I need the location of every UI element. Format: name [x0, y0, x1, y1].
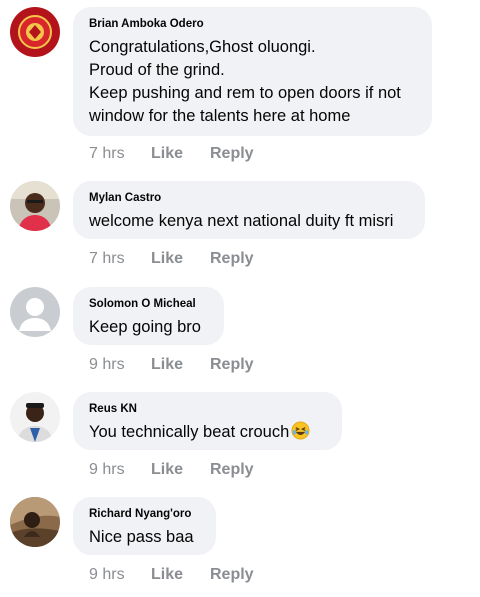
avatar[interactable] — [10, 181, 60, 231]
comment-bubble: Solomon O Micheal Keep going bro — [73, 287, 224, 345]
comment-time[interactable]: 9 hrs — [89, 355, 151, 375]
avatar[interactable] — [10, 392, 60, 442]
reply-button[interactable]: Reply — [210, 460, 254, 480]
avatar[interactable] — [10, 287, 60, 337]
comment-actions: 9 hrs Like Reply — [89, 460, 254, 480]
comment-author[interactable]: Brian Amboka Odero — [89, 17, 416, 31]
comment-bubble: Richard Nyang'oro Nice pass baa — [73, 497, 216, 555]
comment-bubble: Mylan Castro welcome kenya next national… — [73, 181, 425, 239]
comment-time[interactable]: 7 hrs — [89, 249, 151, 269]
comment-text-content: You technically beat crouch — [89, 423, 290, 441]
avatar[interactable] — [10, 497, 60, 547]
comment-actions: 9 hrs Like Reply — [89, 355, 254, 375]
comment-bubble: Brian Amboka Odero Congratulations,Ghost… — [73, 7, 432, 136]
comment-author[interactable]: Mylan Castro — [89, 191, 409, 205]
like-button[interactable]: Like — [151, 355, 210, 375]
comment-bubble: Reus KN You technically beat crouch — [73, 392, 342, 450]
comment-text: Nice pass baa — [89, 528, 194, 546]
comment-text: Keep going bro — [89, 318, 201, 336]
like-button[interactable]: Like — [151, 460, 210, 480]
comment-author[interactable]: Richard Nyang'oro — [89, 507, 200, 521]
comment-time[interactable]: 9 hrs — [89, 460, 151, 480]
comment-time[interactable]: 9 hrs — [89, 565, 151, 585]
comment-author[interactable]: Reus KN — [89, 402, 326, 416]
comment-text: You technically beat crouch — [89, 421, 326, 447]
avatar[interactable] — [10, 7, 60, 57]
like-button[interactable]: Like — [151, 249, 210, 269]
reply-button[interactable]: Reply — [210, 249, 254, 269]
comment-author[interactable]: Solomon O Micheal — [89, 297, 208, 311]
comment-time[interactable]: 7 hrs — [89, 144, 151, 164]
comment-actions: 9 hrs Like Reply — [89, 565, 254, 585]
reply-button[interactable]: Reply — [210, 144, 254, 164]
comment-text: Congratulations,Ghost oluongi. Proud of … — [89, 38, 401, 125]
laughing-emoji-icon — [291, 421, 310, 447]
comment-actions: 7 hrs Like Reply — [89, 249, 254, 269]
comment-actions: 7 hrs Like Reply — [89, 144, 254, 164]
reply-button[interactable]: Reply — [210, 355, 254, 375]
like-button[interactable]: Like — [151, 144, 210, 164]
like-button[interactable]: Like — [151, 565, 210, 585]
comment-text: welcome kenya next national duity ft mis… — [89, 212, 394, 230]
reply-button[interactable]: Reply — [210, 565, 254, 585]
